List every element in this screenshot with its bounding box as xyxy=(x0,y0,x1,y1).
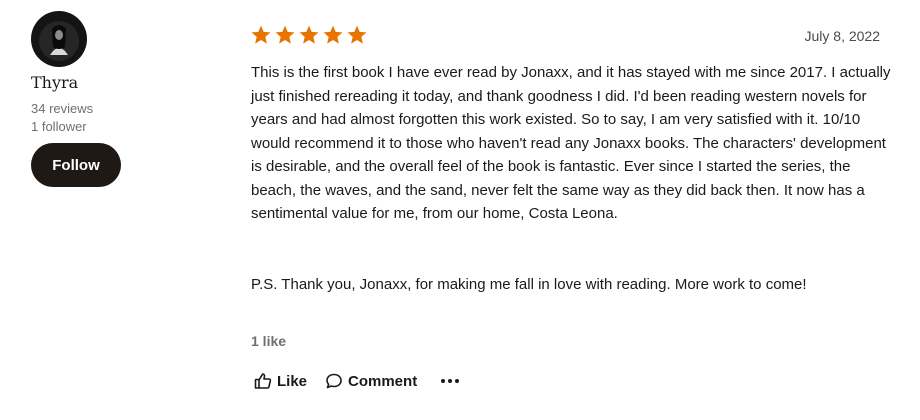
star-icon xyxy=(251,25,271,44)
star-icon xyxy=(323,25,343,44)
comment-label: Comment xyxy=(348,372,418,390)
followers-count: 1 follower xyxy=(31,119,87,134)
like-button[interactable]: Like xyxy=(254,372,307,390)
reviewer-profile: Thyra 34 reviews 1 follower Follow xyxy=(31,11,141,187)
speech-bubble-icon xyxy=(326,373,342,389)
review-actions: Like Comment xyxy=(254,372,460,390)
likes-count[interactable]: 1 like xyxy=(251,333,286,349)
like-label: Like xyxy=(277,372,308,390)
review-paragraph: P.S. Thank you, Jonaxx, for making me fa… xyxy=(251,275,807,293)
thumbs-up-icon xyxy=(254,373,272,389)
reviewer-name[interactable]: Thyra xyxy=(31,73,141,93)
comment-button[interactable]: Comment xyxy=(325,372,417,390)
review-paragraph: This is the first book I have ever read … xyxy=(251,64,891,222)
reviews-count: 34 reviews xyxy=(31,101,94,116)
more-options-icon[interactable] xyxy=(441,375,460,387)
star-icon xyxy=(299,25,319,44)
star-icon xyxy=(347,25,367,44)
star-icon xyxy=(275,25,295,44)
review-text: This is the first book I have ever read … xyxy=(251,61,891,296)
star-rating xyxy=(250,24,368,46)
follow-button[interactable]: Follow xyxy=(31,143,121,187)
avatar[interactable] xyxy=(31,11,87,67)
review-date[interactable]: July 8, 2022 xyxy=(805,28,881,44)
